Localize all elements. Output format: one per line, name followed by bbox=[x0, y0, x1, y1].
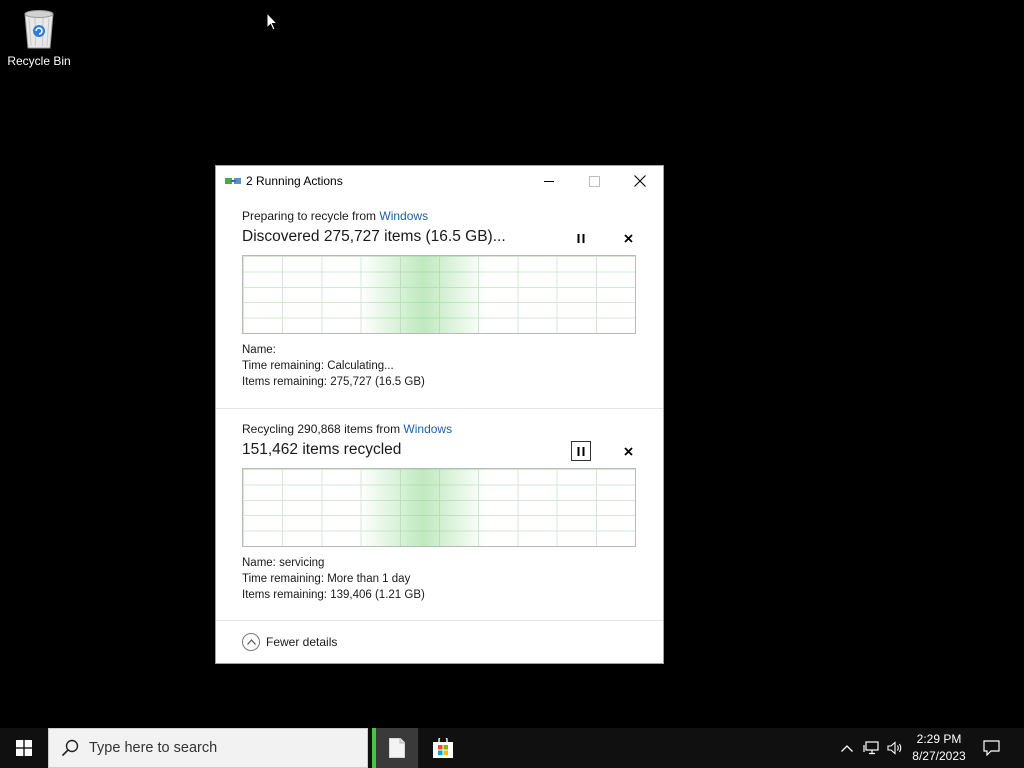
fewer-details-label: Fewer details bbox=[266, 635, 338, 649]
cancel-operation-button[interactable] bbox=[619, 229, 637, 247]
operation-details: Name: Time remaining: Calculating... Ite… bbox=[242, 342, 425, 390]
operation-heading-text: Preparing to recycle from bbox=[242, 209, 380, 223]
source-link[interactable]: Windows bbox=[403, 422, 452, 436]
fewer-details-button[interactable]: Fewer details bbox=[242, 633, 337, 651]
cancel-operation-button[interactable] bbox=[619, 442, 637, 460]
dialog-footer: Fewer details bbox=[216, 620, 663, 664]
chevron-up-circle-icon bbox=[242, 633, 260, 651]
file-operation-dialog: 2 Running Actions Preparing to recycle f… bbox=[216, 166, 663, 663]
notification-icon bbox=[982, 740, 1000, 756]
search-box[interactable]: Type here to search bbox=[48, 728, 368, 768]
pause-button[interactable] bbox=[572, 229, 590, 247]
network-button[interactable] bbox=[860, 728, 882, 768]
minimize-button[interactable] bbox=[526, 166, 572, 196]
start-button[interactable] bbox=[0, 728, 48, 768]
clock[interactable]: 2:29 PM 8/27/2023 bbox=[904, 731, 974, 765]
recycle-bin-label: Recycle Bin bbox=[7, 54, 71, 68]
detail-name: Name: servicing bbox=[242, 557, 325, 569]
cancel-icon bbox=[623, 446, 633, 456]
maximize-icon bbox=[588, 175, 600, 187]
detail-time-remaining: Time remaining: Calculating... bbox=[242, 360, 394, 372]
network-icon bbox=[863, 741, 879, 755]
volume-button[interactable] bbox=[884, 728, 906, 768]
operation-recycling: Recycling 290,868 items from Windows 151… bbox=[216, 408, 663, 621]
windows-start-icon bbox=[16, 740, 32, 756]
detail-name: Name: bbox=[242, 344, 276, 356]
source-link[interactable]: Windows bbox=[379, 209, 428, 223]
detail-items-remaining: Items remaining: 275,727 (16.5 GB) bbox=[242, 376, 425, 388]
volume-icon bbox=[886, 741, 901, 755]
operation-status: Discovered 275,727 items (16.5 GB)... bbox=[242, 228, 506, 245]
operation-status: 151,462 items recycled bbox=[242, 441, 402, 458]
show-hidden-icons-button[interactable] bbox=[838, 728, 856, 768]
speed-graph bbox=[242, 468, 636, 547]
dialog-titlebar[interactable]: 2 Running Actions bbox=[216, 166, 663, 196]
dialog-title: 2 Running Actions bbox=[246, 174, 343, 188]
clock-time: 2:29 PM bbox=[916, 732, 962, 746]
speed-graph bbox=[242, 255, 636, 334]
maximize-button[interactable] bbox=[571, 166, 617, 196]
chevron-up-icon bbox=[841, 744, 853, 752]
minimize-icon bbox=[543, 180, 554, 182]
mouse-cursor-icon bbox=[266, 12, 278, 31]
close-icon bbox=[634, 175, 646, 187]
operation-heading: Preparing to recycle from Windows bbox=[242, 209, 428, 223]
pause-icon bbox=[577, 233, 585, 243]
taskbar: Type here to search 2:29 PM 8/27/2023 bbox=[0, 728, 1024, 768]
operation-heading: Recycling 290,868 items from Windows bbox=[242, 422, 452, 436]
file-explorer-icon bbox=[389, 738, 405, 758]
recycle-bin-icon bbox=[24, 10, 54, 49]
search-placeholder: Type here to search bbox=[89, 740, 218, 756]
operation-heading-text: Recycling 290,868 items from bbox=[242, 422, 404, 436]
operation-details: Name: servicing Time remaining: More tha… bbox=[242, 555, 425, 603]
pause-button[interactable] bbox=[571, 441, 591, 461]
search-icon bbox=[61, 739, 79, 757]
taskbar-file-operation-app[interactable] bbox=[372, 728, 418, 768]
detail-time-remaining: Time remaining: More than 1 day bbox=[242, 573, 411, 585]
taskbar-microsoft-store[interactable] bbox=[420, 728, 466, 768]
microsoft-store-icon bbox=[433, 738, 453, 758]
cancel-icon bbox=[623, 233, 633, 243]
operation-prepare-recycle: Preparing to recycle from Windows Discov… bbox=[216, 196, 663, 408]
notification-center-button[interactable] bbox=[980, 728, 1002, 768]
file-transfer-icon bbox=[225, 178, 241, 184]
close-button[interactable] bbox=[617, 166, 663, 196]
pause-icon bbox=[577, 446, 585, 456]
recycle-bin-desktop-icon[interactable]: Recycle Bin bbox=[4, 6, 74, 68]
clock-date: 8/27/2023 bbox=[912, 749, 966, 763]
detail-items-remaining: Items remaining: 139,406 (1.21 GB) bbox=[242, 589, 425, 601]
